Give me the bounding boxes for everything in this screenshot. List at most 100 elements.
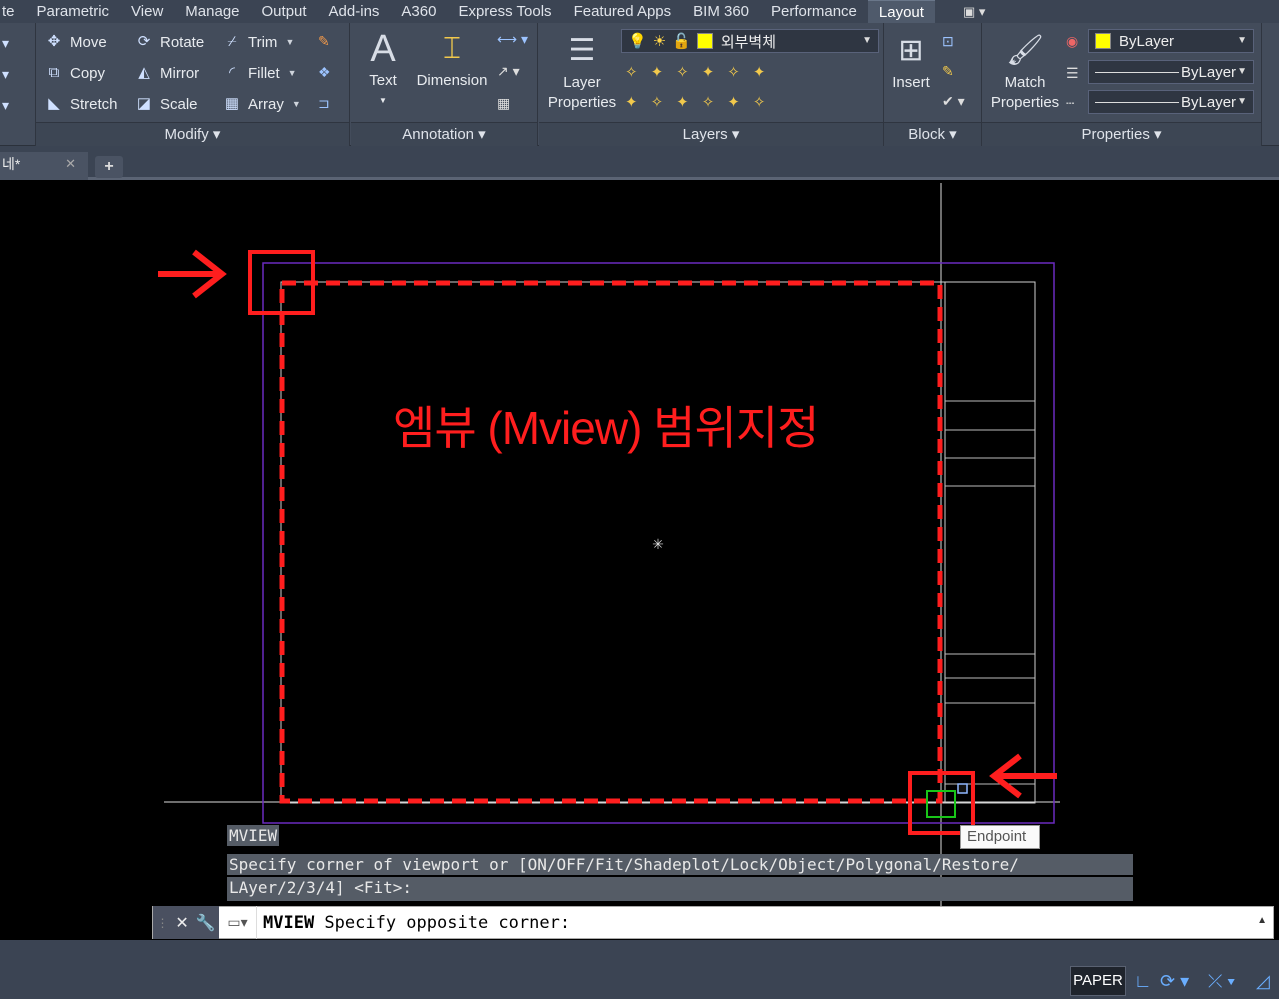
panel-draw-cut: ▾ ▾ ▾ (0, 23, 36, 146)
command-line[interactable]: ⋮ ✕ 🔧 ▭▾ MVIEW Specify opposite corner: … (152, 906, 1274, 939)
draw-tool-icon[interactable]: ▾ (2, 35, 9, 52)
array-label: Array (248, 95, 284, 113)
stretch-button[interactable]: ◣ Stretch (44, 91, 117, 117)
lineweight-icon[interactable]: ☰ (1066, 65, 1079, 82)
color-value: ByLayer (1119, 32, 1175, 50)
grip-point[interactable] (957, 783, 968, 794)
prompt-icon[interactable]: ▭▾ (219, 906, 257, 939)
layer-tools-row-1[interactable]: ✧✦✧✦✧✦ (625, 63, 778, 81)
color-wheel-icon[interactable]: ◉ (1066, 33, 1078, 50)
lock-icon[interactable]: 🔓 (672, 32, 691, 50)
text-icon: A (370, 28, 396, 70)
polar-tracking-icon[interactable]: ⟳ ▾ (1160, 966, 1189, 996)
draw-tool-icon[interactable]: ▾ (2, 97, 9, 114)
lightbulb-icon[interactable]: 💡 (628, 32, 647, 50)
drawing-canvas[interactable]: ✳ 엠뷰 (Mview) 범위지정 Endpoint MVIEW Specify… (0, 183, 1279, 940)
insert-button[interactable]: ⊞ Insert (886, 29, 936, 93)
tab-a360[interactable]: A360 (390, 0, 447, 23)
tab-featured-apps[interactable]: Featured Apps (563, 0, 683, 23)
explode-icon[interactable]: ❖ (318, 64, 331, 81)
array-icon: ▦ (224, 95, 240, 112)
tab-view[interactable]: View (120, 0, 174, 23)
grip-handle-icon[interactable]: ⋮ (156, 916, 168, 930)
panel-title-block[interactable]: Block ▾ (884, 122, 981, 146)
text-label: Text (369, 72, 397, 89)
paper-toggle-button[interactable]: PAPER (1070, 966, 1126, 996)
mirror-button[interactable]: ◭ Mirror (134, 60, 199, 86)
tab-output[interactable]: Output (251, 0, 318, 23)
tab-manage[interactable]: Manage (174, 0, 250, 23)
dimension-icon: ⌶ (443, 32, 461, 65)
drawing-svg[interactable]: ✳ (0, 183, 1279, 940)
array-button[interactable]: ▦ Array ▼ (222, 91, 301, 117)
tab-add-ins[interactable]: Add-ins (318, 0, 391, 23)
dimension-label: Dimension (416, 72, 488, 89)
panel-title-layers[interactable]: Layers ▾ (539, 122, 883, 146)
menu-bar: te Parametric View Manage Output Add-ins… (0, 0, 1279, 23)
offset-icon[interactable]: ⊐ (318, 95, 330, 112)
rotate-button[interactable]: ⟳ Rotate (134, 29, 205, 55)
sun-icon[interactable]: ☀ (653, 32, 666, 50)
tab-bim-360[interactable]: BIM 360 (682, 0, 760, 23)
erase-icon[interactable]: ✎ (318, 33, 330, 50)
ribbon: ▾ ▾ ▾ ✥ Move ⟳ Rotate ⌿ Trim ▼ ⧉ Copy ◭ Mirror… (0, 23, 1279, 146)
scale-icon: ◪ (136, 95, 152, 112)
layer-color-swatch[interactable] (696, 33, 713, 49)
close-icon[interactable]: ✕ (175, 913, 188, 933)
leader-icon[interactable]: ↗ ▾ (497, 63, 520, 80)
chevron-down-icon: ▼ (862, 35, 872, 46)
document-tab-bar: 네* ✕ + (0, 146, 1279, 180)
panel-title-modify[interactable]: Modify ▾ (36, 122, 349, 146)
color-dropdown[interactable]: ByLayer ▼ (1088, 29, 1254, 53)
linetype-icon[interactable]: ┄ (1066, 95, 1074, 112)
linear-dim-icon[interactable]: ⟷ ▾ (497, 31, 528, 48)
trim-button[interactable]: ⌿ Trim ▼ (222, 29, 294, 55)
tab-parametric[interactable]: Parametric (26, 0, 121, 23)
mview-annotation: 엠뷰 (Mview) 범위지정 (393, 402, 819, 454)
osnap-icon[interactable]: ◿ (1256, 966, 1270, 996)
fillet-button[interactable]: ◜ Fillet ▼ (222, 60, 297, 86)
dimension-button[interactable]: ⌶ Dimension (411, 27, 493, 91)
match-properties-button[interactable]: 🖌 Match Properties (986, 29, 1064, 113)
layer-dropdown[interactable]: 💡 ☀ 🔓 외부벽체 ▼ (621, 29, 879, 53)
tab-layout[interactable]: Layout (867, 0, 935, 23)
wrench-icon[interactable]: 🔧 (196, 913, 216, 933)
create-block-icon[interactable]: ⊡ (942, 33, 954, 50)
close-icon[interactable]: ✕ (65, 152, 76, 176)
ortho-icon[interactable]: ∟ (1134, 966, 1152, 996)
command-input[interactable]: MVIEW Specify opposite corner: (257, 913, 570, 933)
document-tab[interactable]: 네* ✕ (0, 152, 88, 180)
move-button[interactable]: ✥ Move (44, 29, 107, 55)
panel-title-annotation[interactable]: Annotation ▾ (351, 122, 537, 146)
paintbrush-icon: 🖌 (1005, 34, 1045, 67)
tab-performance[interactable]: Performance (760, 0, 868, 23)
panel-groups-cut (1262, 23, 1279, 146)
panel-modify: ✥ Move ⟳ Rotate ⌿ Trim ▼ ⧉ Copy ◭ Mirror ◜ Fill… (36, 23, 350, 146)
isometric-icon[interactable]: ⤫ ▾ (1208, 966, 1235, 996)
layer-properties-label: Properties (547, 94, 617, 111)
text-button[interactable]: A Text ▼ (357, 27, 409, 111)
chevron-down-icon[interactable]: ▼ (292, 99, 301, 109)
table-icon[interactable]: ▦ (497, 95, 510, 112)
history-expand-icon[interactable]: ▲ (1257, 915, 1267, 926)
trim-icon: ⌿ (227, 33, 237, 50)
edit-block-icon[interactable]: ✎ (942, 63, 954, 80)
chevron-down-icon[interactable]: ▼ (288, 68, 297, 78)
copy-button[interactable]: ⧉ Copy (44, 60, 105, 86)
chevron-down-icon: ▼ (1237, 96, 1247, 107)
layer-tools-row-2[interactable]: ✦✧✦✧✦✧ (625, 93, 778, 111)
linetype-dropdown[interactable]: ByLayer ▼ (1088, 60, 1254, 84)
title-block-rows (945, 400, 1035, 785)
panel-title-properties[interactable]: Properties ▾ (982, 122, 1261, 146)
chevron-down-icon[interactable]: ▼ (285, 37, 294, 47)
attribute-icon[interactable]: ✔ ▾ (942, 93, 965, 110)
new-tab-button[interactable]: + (95, 156, 123, 178)
layer-properties-button[interactable]: ☰ Layer Properties (543, 29, 621, 113)
scale-button[interactable]: ◪ Scale (134, 91, 198, 117)
draw-tool-icon[interactable]: ▾ (2, 66, 9, 83)
tab-express-tools[interactable]: Express Tools (447, 0, 562, 23)
right-arrow-icon (158, 249, 227, 299)
lineweight-dropdown[interactable]: ByLayer ▼ (1088, 90, 1254, 114)
workspace-toggle-icon[interactable]: ▣ ▾ (963, 4, 985, 20)
tab-insert[interactable]: te (0, 0, 26, 23)
